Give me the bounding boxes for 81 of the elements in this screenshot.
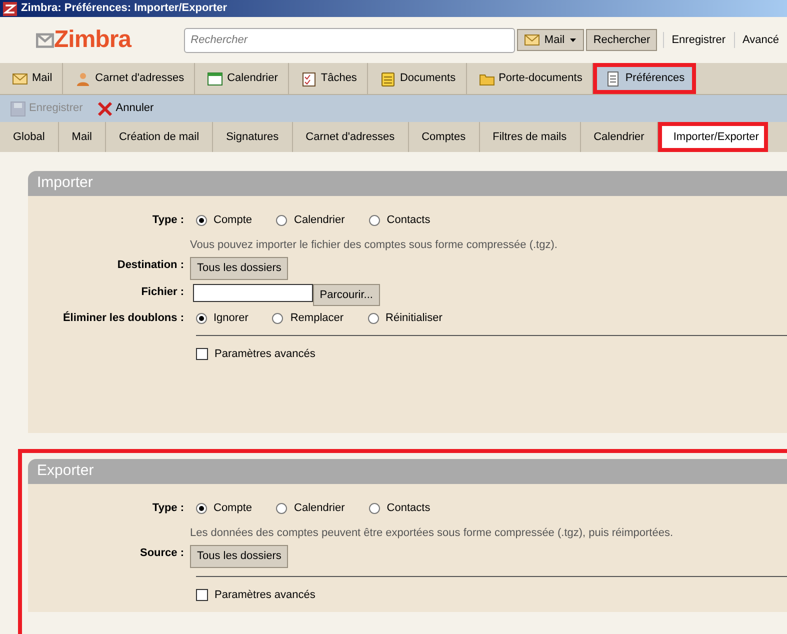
- preference-tab[interactable]: Signatures: [213, 122, 293, 152]
- radio-option[interactable]: Calendrier: [276, 500, 345, 516]
- app-tab[interactable]: Tâches: [288, 63, 368, 94]
- preference-tab[interactable]: Mail: [58, 122, 106, 152]
- save-icon: [10, 100, 26, 116]
- notepad-icon: [380, 70, 396, 86]
- field-label: Fichier :: [140, 284, 185, 300]
- checkbox-label: Paramètres avancés: [214, 588, 316, 602]
- person-icon: [75, 70, 92, 86]
- radio-option[interactable]: Contacts: [368, 500, 430, 516]
- search-button[interactable]: Rechercher: [586, 28, 658, 52]
- app-icon: [3, 2, 17, 16]
- radio-button[interactable]: [276, 502, 288, 514]
- radio-label: Ignorer: [214, 311, 248, 326]
- radio-label: Contacts: [386, 213, 430, 228]
- radio-option[interactable]: Réinitialiser: [368, 310, 442, 326]
- preference-tab[interactable]: Carnet d'adresses: [292, 122, 409, 152]
- app-tab[interactable]: Calendrier: [195, 63, 289, 94]
- section-title: Exporter: [28, 459, 787, 484]
- field-label: Type :: [151, 213, 185, 228]
- radio-button[interactable]: [276, 214, 288, 226]
- app-tab[interactable]: Carnet d'adresses: [63, 63, 196, 94]
- hint-text: Vous pouvez importer le fichier des comptes sous forme compressée (.tgz).: [190, 238, 558, 252]
- section-title: Importer: [28, 171, 787, 196]
- preference-tab[interactable]: Comptes: [408, 122, 480, 152]
- file-field[interactable]: [192, 284, 313, 302]
- radio-option[interactable]: Ignorer: [196, 310, 248, 326]
- preference-tab[interactable]: Création de mail: [106, 122, 214, 152]
- logo-icon: [36, 31, 54, 49]
- checkbox-label: Paramètres avancés: [214, 346, 316, 362]
- radio-button[interactable]: [196, 214, 206, 226]
- preference-tab[interactable]: Global: [0, 122, 59, 152]
- checkbox-option[interactable]: Paramètres avancés: [196, 346, 316, 362]
- app-tab[interactable]: Préférences: [593, 63, 696, 94]
- preference-tab[interactable]: Importer/Exporter: [658, 122, 768, 152]
- search-type-button[interactable]: Mail: [517, 28, 584, 52]
- radio-button[interactable]: [272, 312, 284, 324]
- radio-option[interactable]: Compte: [196, 500, 252, 516]
- caret-icon: [568, 36, 577, 44]
- radio-button[interactable]: [368, 502, 380, 514]
- preference-tab[interactable]: Filtres de mails: [480, 122, 581, 152]
- envelope-icon: [524, 32, 540, 48]
- browse-button[interactable]: Parcourir...: [312, 284, 380, 306]
- radio-button[interactable]: [196, 312, 206, 324]
- header-link[interactable]: Avancé: [734, 32, 787, 48]
- close-icon: [96, 100, 113, 116]
- radio-option[interactable]: Compte: [196, 212, 252, 228]
- radio-button[interactable]: [368, 214, 380, 226]
- field-label: Éliminer les doublons :: [62, 310, 185, 326]
- radio-option[interactable]: Remplacer: [272, 310, 344, 326]
- window-title: Zimbra: Préférences: Importer/Exporter: [21, 1, 228, 16]
- header-link[interactable]: Enregistrer: [662, 32, 734, 48]
- calendar-icon: [207, 70, 224, 86]
- toolbar-button[interactable]: Annuler: [96, 100, 154, 117]
- radio-label: Calendrier: [294, 213, 345, 228]
- radio-option[interactable]: Calendrier: [276, 212, 345, 228]
- logo: Zimbra: [54, 25, 132, 55]
- radio-label: Remplacer: [290, 311, 344, 326]
- radio-button[interactable]: [368, 312, 379, 324]
- radio-label: Calendrier: [294, 501, 345, 516]
- radio-label: Contacts: [386, 501, 430, 516]
- radio-option[interactable]: Contacts: [368, 212, 430, 228]
- hint-text: Les données des comptes peuvent être exportées sous forme compressée (.tgz), puis réimportées.: [190, 526, 674, 540]
- folder-button[interactable]: Tous les dossiers: [190, 545, 288, 568]
- radio-label: Réinitialiser: [386, 311, 442, 326]
- app-tab[interactable]: Documents: [368, 63, 467, 94]
- list-icon: [605, 70, 622, 86]
- radio-button[interactable]: [196, 502, 206, 514]
- field-label: Source :: [138, 546, 185, 561]
- envelope-icon: [12, 70, 28, 86]
- radio-label: Compte: [214, 213, 252, 228]
- folder-button[interactable]: Tous les dossiers: [190, 257, 288, 280]
- radio-label: Compte: [214, 501, 252, 516]
- checkbox[interactable]: [196, 348, 208, 360]
- checkbox[interactable]: [196, 588, 208, 601]
- field-label: Destination :: [116, 258, 185, 273]
- search-field[interactable]: Rechercher: [184, 28, 515, 52]
- checkbox-option[interactable]: Paramètres avancés: [196, 586, 316, 603]
- app-tab[interactable]: Mail: [0, 63, 64, 94]
- field-label: Type :: [151, 501, 185, 516]
- clipboard-icon: [300, 70, 317, 86]
